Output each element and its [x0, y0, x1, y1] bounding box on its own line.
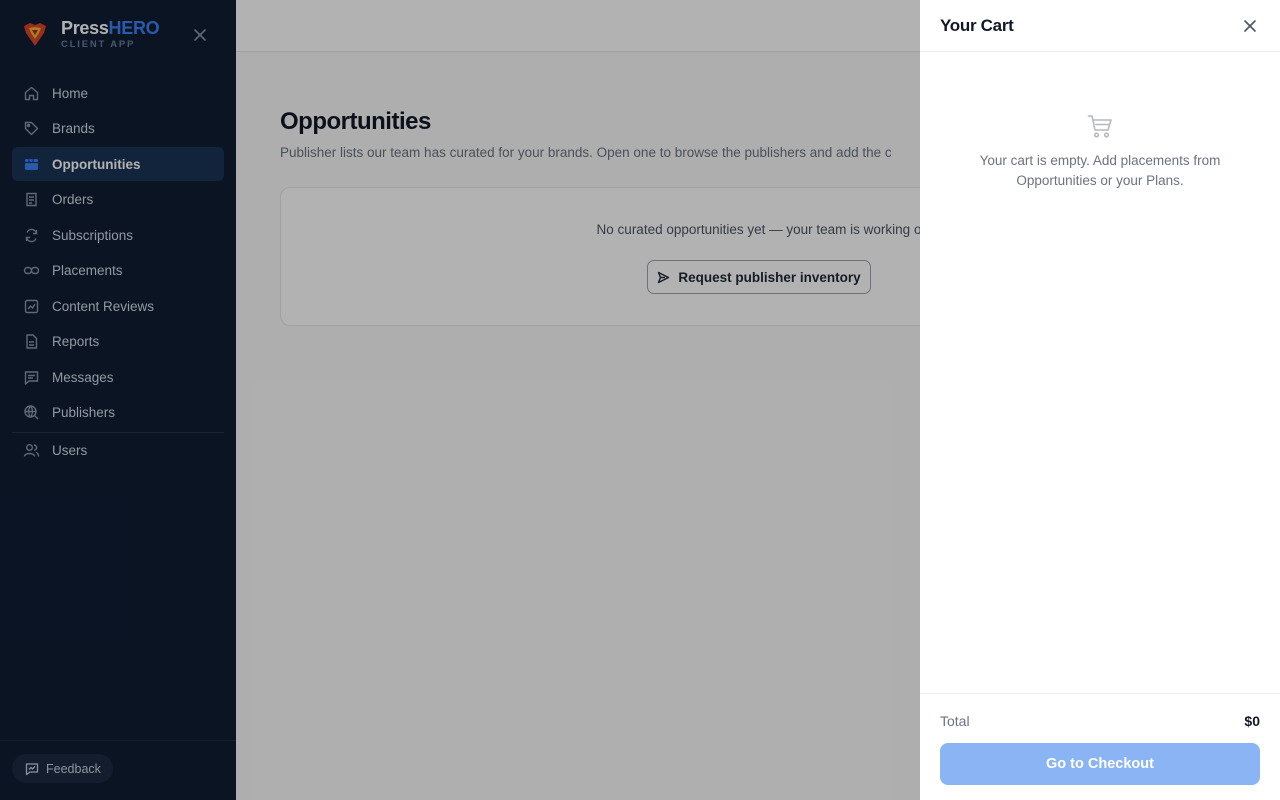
total-label: Total [940, 713, 970, 729]
cart-drawer: Your Cart Your cart is empty. Add placem… [920, 0, 1280, 800]
cart-header: Your Cart [920, 0, 1280, 52]
close-icon[interactable] [1242, 18, 1258, 34]
shopping-cart-icon [1087, 115, 1112, 138]
cart-empty-message: Your cart is empty. Add placements from … [979, 153, 1221, 188]
cart-title: Your Cart [940, 16, 1014, 35]
total-value: $0 [1244, 713, 1260, 729]
checkout-button[interactable]: Go to Checkout [940, 743, 1260, 785]
cart-footer: Total $0 Go to Checkout [920, 693, 1280, 800]
